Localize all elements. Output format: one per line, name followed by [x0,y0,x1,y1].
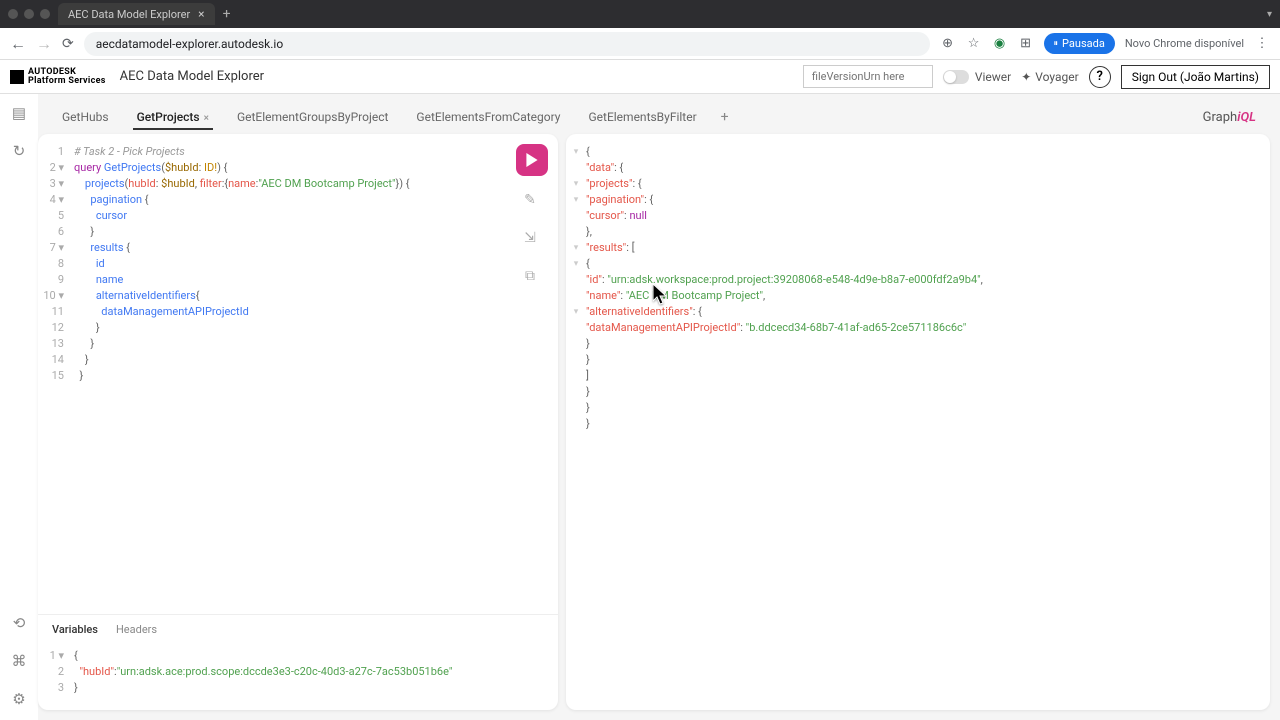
viewer-toggle[interactable]: Viewer [943,70,1011,84]
translate-icon[interactable]: ⊕ [940,36,956,52]
help-button[interactable]: ? [1089,66,1111,88]
close-icon[interactable]: × [198,7,204,21]
history-icon[interactable]: ↻ [10,142,28,160]
graphiql-brand: GraphiQL [1203,110,1256,125]
logo-text: AUTODESK Platform Services [28,68,106,86]
variables-editor[interactable]: 1 ▾{ 2 "hubId":"urn:adsk.ace:prod.scope:… [38,644,558,710]
query-tabs: GetHubs GetProjects× GetElementGroupsByP… [38,100,1270,134]
toggle-switch[interactable] [943,70,969,84]
nav-bar: ← → ⟳ aecdatamodel-explorer.autodesk.io … [0,28,1280,60]
editor-panel: 1# Task 2 - Pick Projects 2 ▾query GetPr… [38,134,558,710]
vars-panel: Variables Headers 1 ▾{ 2 "hubId":"urn:ad… [38,614,558,710]
left-rail: ▤ ↻ ⟲ ⌘ ⚙ [0,94,38,720]
logo-mark [10,70,24,84]
shortcuts-icon[interactable]: ⌘ [10,652,28,670]
url-text: aecdatamodel-explorer.autodesk.io [96,37,283,51]
tab-getelementsfromcategory[interactable]: GetElementsFromCategory [402,104,574,130]
logo[interactable]: AUTODESK Platform Services [10,68,106,86]
new-tab-button[interactable]: + [223,6,231,22]
file-version-input[interactable] [803,65,933,88]
url-bar[interactable]: aecdatamodel-explorer.autodesk.io [84,32,930,56]
tab-getprojects[interactable]: GetProjects× [123,104,223,130]
app-title: AEC Data Model Explorer [120,69,264,84]
tab-getelementsbyfilter[interactable]: GetElementsByFilter [574,104,710,130]
headers-tab[interactable]: Headers [116,623,157,636]
reload-button[interactable]: ⟳ [62,36,74,52]
docs-icon[interactable]: ▤ [10,104,28,122]
wc-min[interactable] [24,9,34,19]
kebab-icon[interactable]: ⋮ [1254,36,1270,52]
prettify-icon[interactable]: ✎ [516,186,544,214]
editor-actions: ✎ ⇲ ⧉ [516,144,548,290]
browser-tab-title: AEC Data Model Explorer [68,8,190,21]
back-button[interactable]: ← [10,34,26,54]
voyager-link[interactable]: ✦ Voyager [1021,70,1078,84]
voyager-icon: ✦ [1021,70,1031,84]
chrome-avail[interactable]: Novo Chrome disponível [1125,37,1244,50]
variables-tab[interactable]: Variables [52,623,98,636]
nav-right: ⊕ ☆ ◉ ⊞ ⏸Pausada Novo Chrome disponível … [940,33,1270,54]
forward-button[interactable]: → [36,34,52,54]
app-header: AUTODESK Platform Services AEC Data Mode… [0,60,1280,94]
star-icon[interactable]: ☆ [966,36,982,52]
pausada-button[interactable]: ⏸Pausada [1044,33,1115,54]
tab-strip: AEC Data Model Explorer × + [58,0,231,28]
signout-button[interactable]: Sign Out (João Martins) [1121,65,1270,89]
copy-icon[interactable]: ⧉ [516,262,544,290]
tab-getelementgroups[interactable]: GetElementGroupsByProject [223,104,402,130]
browser-chrome: AEC Data Model Explorer × + ▾ [0,0,1280,28]
response-panel[interactable]: ▾{ "data": { ▾ "projects": { ▾ "paginati… [566,134,1270,710]
add-tab-button[interactable]: + [711,109,739,125]
query-editor[interactable]: 1# Task 2 - Pick Projects 2 ▾query GetPr… [38,134,558,614]
ext-icon[interactable]: ◉ [992,36,1008,52]
refetch-icon[interactable]: ⟲ [10,614,28,632]
wc-max[interactable] [40,9,50,19]
settings-icon[interactable]: ⚙ [10,690,28,708]
workspace: GetHubs GetProjects× GetElementGroupsByP… [38,94,1280,720]
tab-gethubs[interactable]: GetHubs [48,104,123,130]
chevron-down-icon[interactable]: ▾ [1267,9,1272,20]
merge-icon[interactable]: ⇲ [516,224,544,252]
extensions-icon[interactable]: ⊞ [1018,36,1034,52]
wc-close[interactable] [8,9,18,19]
run-button[interactable] [516,144,548,176]
browser-tab[interactable]: AEC Data Model Explorer × [58,3,215,25]
main: ▤ ↻ ⟲ ⌘ ⚙ GetHubs GetProjects× GetElemen… [0,94,1280,720]
close-icon[interactable]: × [204,113,209,124]
window-controls [8,9,50,19]
